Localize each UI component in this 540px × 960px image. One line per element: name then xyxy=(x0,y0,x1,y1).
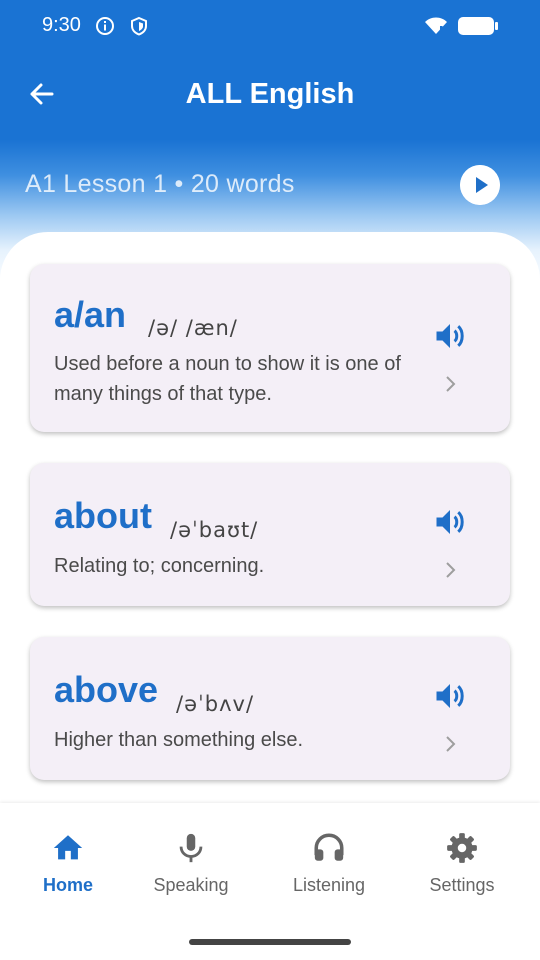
word-phonetic: /ə/ /æn/ xyxy=(148,316,238,340)
word-definition: Relating to; concerning. xyxy=(54,555,265,577)
status-time: 9:30 xyxy=(42,14,81,36)
headphones-icon xyxy=(314,833,344,861)
word-definition: Used before a noun to show it is one of … xyxy=(54,353,401,405)
lesson-label: A1 Lesson 1 • 20 words xyxy=(25,170,295,198)
gear-icon xyxy=(447,833,477,863)
word-definition: Higher than something else. xyxy=(54,729,304,751)
nav-item-speaking[interactable]: Speaking xyxy=(131,831,251,901)
info-icon xyxy=(96,17,114,35)
app-bar: ALL English xyxy=(0,62,540,130)
speaker-icon[interactable] xyxy=(432,678,468,714)
nav-label: Listening xyxy=(292,875,366,895)
nav-label: Home xyxy=(42,875,93,895)
word-card[interactable]: a/an /ə/ /æn/ Used before a noun to show… xyxy=(30,264,510,432)
status-bar: 9:30 xyxy=(0,0,540,54)
word-phonetic: /əˈbʌv/ xyxy=(176,692,255,716)
nav-label: Speaking xyxy=(153,875,229,895)
bottom-nav: Home Speaking Listening Settings xyxy=(0,803,540,960)
battery-icon xyxy=(458,17,498,35)
home-indicator[interactable] xyxy=(189,939,351,945)
nav-item-listening[interactable]: Listening xyxy=(269,831,389,901)
chevron-right-icon xyxy=(446,376,456,392)
nav-item-home[interactable]: Home xyxy=(8,831,128,901)
word-card[interactable]: about /əˈbaʊt/ Relating to; concerning. xyxy=(30,463,510,606)
wifi-icon xyxy=(425,17,447,34)
microphone-icon xyxy=(179,833,203,863)
page-title: ALL English xyxy=(185,78,355,110)
word-title: above xyxy=(54,669,159,710)
word-phonetic: /əˈbaʊt/ xyxy=(170,518,259,542)
word-card[interactable]: above /əˈbʌv/ Higher than something else… xyxy=(30,637,510,780)
content-sheet: a/an /ə/ /æn/ Used before a noun to show… xyxy=(0,232,540,812)
shield-icon xyxy=(131,16,147,36)
word-title: a/an xyxy=(54,294,127,335)
home-icon xyxy=(53,835,83,860)
chevron-right-icon xyxy=(446,562,456,578)
chevron-right-icon xyxy=(446,736,456,752)
nav-label: Settings xyxy=(429,875,495,895)
speaker-icon[interactable] xyxy=(432,504,468,540)
speaker-icon[interactable] xyxy=(432,318,468,354)
play-icon[interactable] xyxy=(460,165,500,205)
word-title: about xyxy=(54,495,152,536)
nav-item-settings[interactable]: Settings xyxy=(402,831,522,901)
